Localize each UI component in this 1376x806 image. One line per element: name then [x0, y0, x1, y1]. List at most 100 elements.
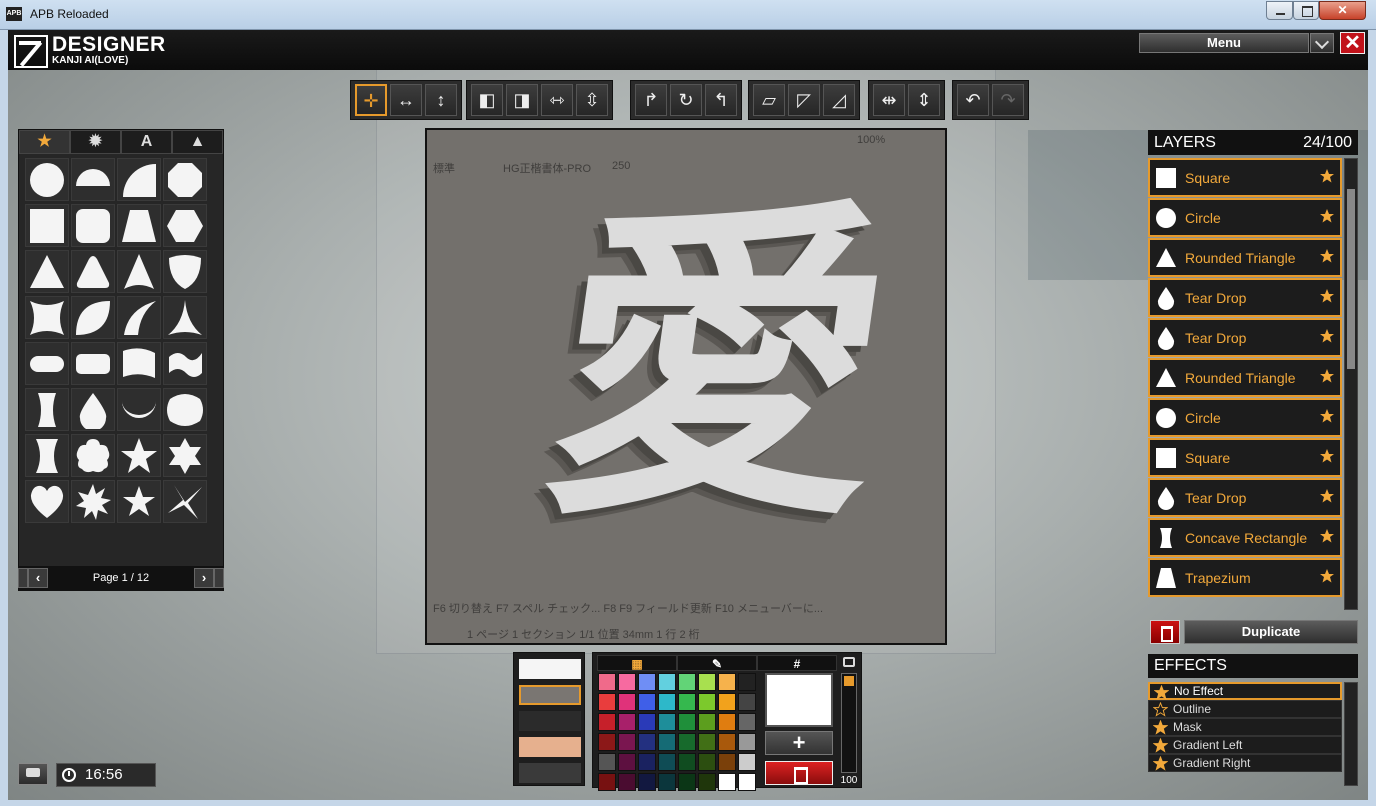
color-swatch[interactable] [718, 773, 736, 791]
layer-item[interactable]: Tear Drop [1148, 318, 1342, 357]
next-page-button[interactable]: › [194, 568, 214, 588]
shape-triangle[interactable] [25, 250, 69, 293]
eyedropper-tab[interactable]: ✎ [677, 655, 757, 671]
color-swatch[interactable] [738, 753, 756, 771]
delete-color-button[interactable] [765, 761, 833, 785]
layer-item[interactable]: Concave Rectangle [1148, 518, 1342, 557]
star-icon[interactable] [1319, 528, 1335, 544]
color-swatch[interactable] [618, 733, 636, 751]
star-icon[interactable] [1319, 368, 1335, 384]
shape-arrow-triangle[interactable] [117, 250, 161, 293]
shape-octagon[interactable] [163, 158, 207, 201]
minimize-button[interactable] [1266, 1, 1293, 20]
star-icon[interactable] [1319, 168, 1335, 184]
color-swatch[interactable] [698, 673, 716, 691]
chevron-down-icon[interactable] [1310, 33, 1334, 53]
shape-star-small[interactable] [117, 480, 161, 523]
shape-star[interactable] [117, 434, 161, 477]
opacity-slider-handle[interactable] [844, 676, 854, 686]
color-swatch[interactable] [698, 733, 716, 751]
recent-color-swatch[interactable] [519, 685, 581, 705]
color-swatch[interactable] [618, 693, 636, 711]
redo-icon[interactable]: ↷ [992, 84, 1024, 116]
star-icon[interactable] [1319, 328, 1335, 344]
recent-color-swatch[interactable] [519, 763, 581, 783]
shape-star-six[interactable] [163, 434, 207, 477]
star-icon[interactable] [1319, 408, 1335, 424]
recent-color-swatch[interactable] [519, 659, 581, 679]
symbols-tab[interactable]: ▲ [172, 130, 223, 154]
shape-wave-shape[interactable] [163, 342, 207, 385]
star-icon[interactable] [1319, 488, 1335, 504]
hex-tab[interactable]: # [757, 655, 837, 671]
color-swatch[interactable] [618, 673, 636, 691]
star-icon[interactable] [1319, 288, 1335, 304]
rotate-right-icon[interactable]: ↱ [635, 84, 667, 116]
add-color-button[interactable]: + [765, 731, 833, 755]
color-swatch[interactable] [698, 693, 716, 711]
star-icon[interactable] [1319, 208, 1335, 224]
layer-item[interactable]: Tear Drop [1148, 478, 1342, 517]
color-swatch[interactable] [678, 753, 696, 771]
star-icon[interactable] [1319, 448, 1335, 464]
flip-vertical-icon[interactable]: ⇕ [908, 84, 940, 116]
stretch-horizontal-icon[interactable]: ↔ [390, 84, 422, 116]
layer-item[interactable]: Trapezium [1148, 558, 1342, 597]
shape-half-circle[interactable] [71, 158, 115, 201]
layers-scroll-thumb[interactable] [1347, 189, 1355, 369]
prev-page-button[interactable]: ‹ [28, 568, 48, 588]
color-swatch[interactable] [598, 753, 616, 771]
color-swatch[interactable] [638, 733, 656, 751]
recent-color-swatch[interactable] [519, 711, 581, 731]
color-swatch[interactable] [678, 713, 696, 731]
color-swatch[interactable] [658, 713, 676, 731]
color-swatch[interactable] [698, 753, 716, 771]
shape-concave-square[interactable] [25, 296, 69, 339]
chat-button[interactable] [18, 763, 48, 785]
color-swatch[interactable] [738, 733, 756, 751]
shape-rounded-rectangle[interactable] [71, 342, 115, 385]
color-swatch[interactable] [618, 773, 636, 791]
shape-pill[interactable] [25, 342, 69, 385]
symbol-glyph[interactable]: 愛 [528, 171, 913, 559]
window-close-button[interactable]: ✕ [1319, 1, 1366, 20]
effect-mask[interactable]: Mask [1148, 718, 1342, 736]
color-swatch[interactable] [738, 673, 756, 691]
flip-horizontal-icon[interactable]: ⇹ [873, 84, 905, 116]
color-swatch[interactable] [598, 673, 616, 691]
color-swatch[interactable] [698, 773, 716, 791]
text-tab[interactable]: A [121, 130, 172, 154]
color-swatch[interactable] [678, 693, 696, 711]
fit-height-icon[interactable]: ⇳ [576, 84, 608, 116]
shape-rounded-square[interactable] [71, 204, 115, 247]
color-swatch[interactable] [738, 693, 756, 711]
shape-crescent[interactable] [117, 388, 161, 431]
effect-no-effect[interactable]: No Effect [1148, 682, 1342, 700]
rotate-reset-icon[interactable]: ↻ [670, 84, 702, 116]
effects-scrollbar[interactable] [1344, 682, 1358, 786]
effect-outline[interactable]: Outline [1148, 700, 1342, 718]
shape-trapezium[interactable] [117, 204, 161, 247]
color-swatch[interactable] [658, 673, 676, 691]
color-swatch[interactable] [638, 673, 656, 691]
shape-quarter-circle[interactable] [117, 158, 161, 201]
shapes-tab[interactable]: ✹ [70, 130, 121, 154]
color-swatch[interactable] [718, 673, 736, 691]
color-swatch[interactable] [598, 773, 616, 791]
shape-square[interactable] [25, 204, 69, 247]
first-page-button[interactable] [18, 568, 28, 588]
close-designer-button[interactable]: ✕ [1340, 32, 1365, 54]
move-icon[interactable]: ✛ [355, 84, 387, 116]
layers-scrollbar[interactable] [1344, 158, 1358, 610]
shape-shuriken[interactable] [163, 480, 207, 523]
shape-flower[interactable] [71, 434, 115, 477]
recent-color-swatch[interactable] [519, 737, 581, 757]
color-swatch[interactable] [678, 733, 696, 751]
color-swatch[interactable] [618, 753, 636, 771]
color-swatch[interactable] [658, 773, 676, 791]
undo-icon[interactable]: ↶ [957, 84, 989, 116]
align-top-left-icon[interactable]: ◧ [471, 84, 503, 116]
shape-leaf[interactable] [71, 296, 115, 339]
delete-layer-button[interactable] [1150, 620, 1180, 644]
color-swatch[interactable] [638, 713, 656, 731]
